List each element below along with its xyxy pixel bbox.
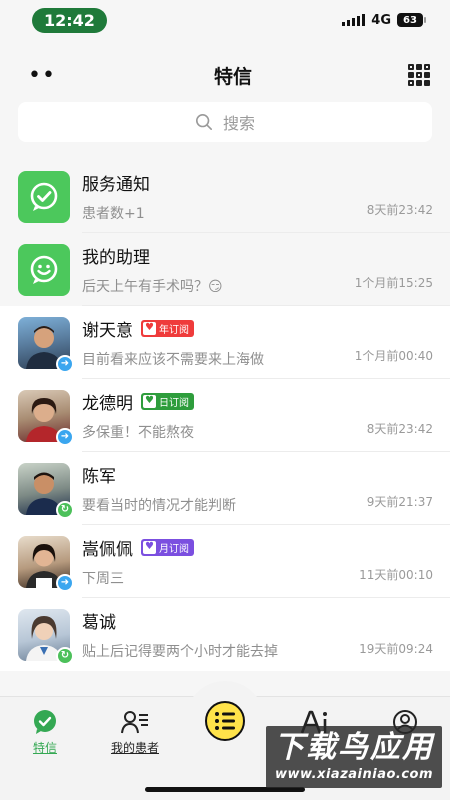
conversation-name: 葛诚 <box>82 613 116 633</box>
conversation-message: 要看当时的情况才能判断 <box>82 497 236 514</box>
conversation-name: 我的助理 <box>82 247 150 268</box>
conversation-time: 8天前23:42 <box>366 422 433 436</box>
subscription-tag: ♥ 日订阅 <box>141 392 194 410</box>
more-dots-icon[interactable]: •• <box>28 63 58 88</box>
tab-messages[interactable]: 特信 <box>5 709 85 756</box>
conversation-message: 下周三 <box>82 570 124 587</box>
refresh-badge-icon: ↻ <box>56 646 74 665</box>
list-item-service-notice[interactable]: 服务通知 患者数+1 8天前23:42 <box>0 160 450 233</box>
tab-label: 特信 <box>32 741 57 755</box>
conversation-name: 服务通知 <box>82 174 150 195</box>
check-chat-icon <box>34 710 56 734</box>
conversation-name: 嵩佩佩 <box>82 539 133 560</box>
tab-label: 我的患者 <box>110 741 159 755</box>
battery-icon: 63 <box>397 13 426 27</box>
conversation-name: 龙德明 <box>82 393 133 414</box>
smile-chat-icon <box>18 243 70 296</box>
list-item-patient[interactable]: ➜ 龙德明 ♥ 日订阅 多保重！不能熬夜 8天前23:42 <box>0 379 450 452</box>
conversation-name: 谢天意 <box>82 320 133 341</box>
battery-level: 63 <box>397 13 423 27</box>
menu-icon[interactable] <box>205 701 245 741</box>
list-item-patient[interactable]: ↻ 葛诚 贴上后记得要两个小时才能去掉 19天前09:24 <box>0 598 450 671</box>
patients-icon <box>121 711 148 734</box>
status-bar: 12:42 4G 63 <box>0 0 450 40</box>
arrow-badge-icon: ➜ <box>56 354 74 373</box>
check-chat-icon <box>18 170 70 223</box>
page-title: 特信 <box>213 65 252 88</box>
tab-patients[interactable]: 我的患者 <box>95 709 175 756</box>
search-placeholder: 搜索 <box>222 114 255 133</box>
watermark-main: 下载鸟应用 <box>274 729 434 765</box>
list-item-assistant[interactable]: 我的助理 后天上午有手术吗？😏 1个月前15:25 <box>0 233 450 306</box>
conversation-time: 19天前09:24 <box>359 642 433 656</box>
conversation-message: 后天上午有手术吗？😏 <box>82 278 223 295</box>
title-bar: •• 特信 <box>0 40 450 110</box>
conversation-message: 贴上后记得要两个小时才能去掉 <box>82 644 278 660</box>
conversation-message: 多保重！不能熬夜 <box>82 424 194 441</box>
watermark: 下载鸟应用 www.xiazainiao.com <box>266 726 442 788</box>
network-label: 4G <box>371 12 391 28</box>
qr-code-icon[interactable] <box>407 64 430 86</box>
list-item-patient[interactable]: ➜ 谢天意 ♥ 年订阅 目前看来应该不需要来上海做 1个月前00:40 <box>0 306 450 379</box>
refresh-badge-icon: ↻ <box>56 500 74 519</box>
arrow-badge-icon: ➜ <box>56 427 74 446</box>
status-time: 12:42 <box>32 7 107 33</box>
list-item-patient[interactable]: ↻ 陈军 要看当时的情况才能判断 9天前21:37 <box>0 452 450 525</box>
subscription-tag: ♥ 年订阅 <box>141 319 194 337</box>
heart-check-icon: ♥ <box>143 321 156 335</box>
conversation-message: 患者数+1 <box>82 205 145 222</box>
conversation-message: 目前看来应该不需要来上海做 <box>82 351 264 368</box>
heart-check-icon: ♥ <box>143 394 156 408</box>
conversation-time: 8天前23:42 <box>366 203 433 217</box>
subscription-tag: ♥ 月订阅 <box>141 538 194 556</box>
heart-check-icon: ♥ <box>143 540 156 554</box>
search-icon <box>195 113 212 131</box>
status-indicators: 4G 63 <box>342 13 426 28</box>
conversation-time: 1个月前15:25 <box>354 276 433 290</box>
conversation-time: 1个月前00:40 <box>354 349 433 363</box>
signal-icon <box>342 14 366 26</box>
watermark-sub: www.xiazainiao.com <box>274 766 434 782</box>
search-input[interactable]: 搜索 <box>18 102 432 142</box>
conversation-time: 11天前00:10 <box>359 568 433 582</box>
list-item-patient[interactable]: ➜ 嵩佩佩 ♥ 月订阅 下周三 11天前00:10 <box>0 525 450 598</box>
conversation-list: 服务通知 患者数+1 8天前23:42 我的助理 后天上午有手术吗？😏 1个月前… <box>0 160 450 671</box>
arrow-badge-icon: ➜ <box>56 573 74 592</box>
conversation-name: 陈军 <box>82 466 116 487</box>
conversation-time: 9天前21:37 <box>366 495 433 509</box>
